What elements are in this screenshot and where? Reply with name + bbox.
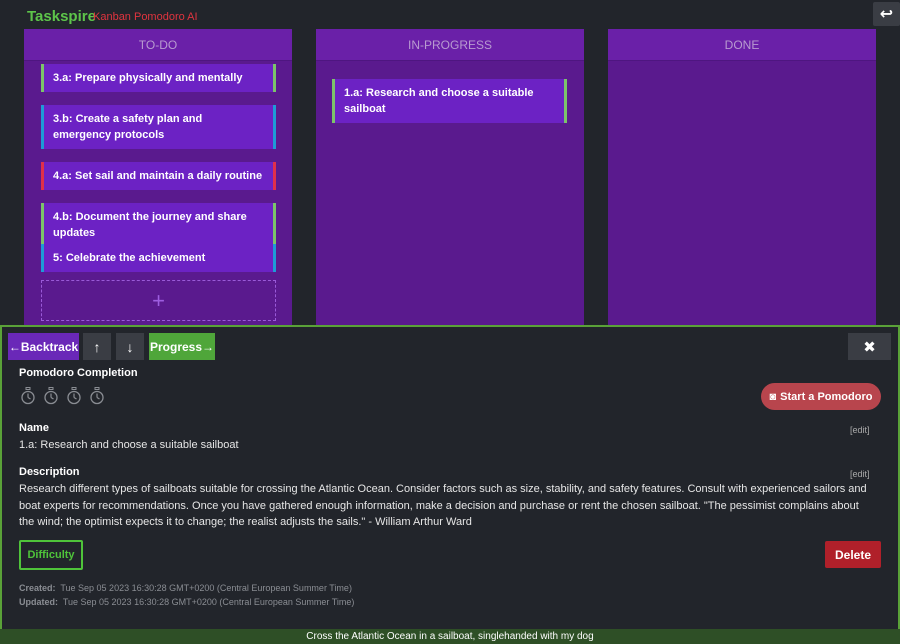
updated-value: Tue Sep 05 2023 16:30:28 GMT+0200 (Centr…	[62, 597, 355, 607]
close-icon: ✖	[863, 338, 876, 356]
start-pomodoro-label: Start a Pomodoro	[780, 390, 873, 403]
created-value: Tue Sep 05 2023 16:30:28 GMT+0200 (Centr…	[60, 583, 352, 593]
created-timestamp: Created: Tue Sep 05 2023 16:30:28 GMT+02…	[19, 583, 352, 593]
goal-footer: Cross the Atlantic Ocean in a sailboat, …	[0, 629, 900, 644]
close-button[interactable]: ✖	[848, 333, 891, 360]
start-pomodoro-button[interactable]: ◙ Start a Pomodoro	[761, 383, 881, 410]
stopwatch-icon	[90, 387, 104, 405]
description-label: Description	[19, 466, 80, 478]
task-card[interactable]: 5: Celebrate the achievement	[41, 244, 276, 272]
column-in-progress: IN-PROGRESS 1.a: Research and choose a s…	[316, 29, 584, 329]
add-task-button[interactable]: +	[41, 280, 276, 321]
stopwatch-icon	[21, 387, 35, 405]
move-up-button[interactable]: ↑	[83, 333, 111, 360]
column-title-done: DONE	[608, 29, 876, 61]
task-card-label: 5: Celebrate the achievement	[53, 252, 206, 264]
task-name-value: 1.a: Research and choose a suitable sail…	[19, 439, 239, 451]
task-card-selected[interactable]: 1.a: Research and choose a suitable sail…	[332, 79, 567, 123]
task-card-label: 4.b: Document the journey and share upda…	[53, 211, 247, 239]
return-button[interactable]: ↩	[873, 2, 900, 26]
pomodoro-completion-label: Pomodoro Completion	[19, 367, 138, 379]
delete-button[interactable]: Delete	[825, 541, 881, 568]
backtrack-button[interactable]: ←Backtrack	[8, 333, 79, 360]
task-card-label: 3.a: Prepare physically and mentally	[53, 72, 243, 84]
task-description-value: Research different types of sailboats su…	[19, 483, 867, 528]
updated-label: Updated:	[19, 597, 58, 607]
name-label: Name	[19, 422, 49, 434]
edit-name-link[interactable]: [edit]	[850, 425, 870, 435]
created-label: Created:	[19, 583, 56, 593]
stopwatch-icon	[67, 387, 81, 405]
app-header: Taskspire Kanban Pomodoro AI ↩	[0, 0, 900, 30]
stopwatch-icon	[44, 387, 58, 405]
task-card-label: 3.b: Create a safety plan and emergency …	[53, 113, 203, 141]
app-subtitle: Kanban Pomodoro AI	[93, 11, 198, 23]
return-icon: ↩	[879, 6, 894, 23]
task-card[interactable]: 3.b: Create a safety plan and emergency …	[41, 105, 276, 149]
task-card-label: 1.a: Research and choose a suitable sail…	[344, 87, 534, 115]
progress-button[interactable]: Progress→	[149, 333, 215, 360]
column-title-in-progress: IN-PROGRESS	[316, 29, 584, 61]
task-detail-panel: ←Backtrack ↑ ↓ Progress→ ✖ Pomodoro Comp…	[0, 325, 900, 629]
plus-icon: +	[152, 287, 165, 313]
difficulty-button[interactable]: Difficulty	[19, 540, 83, 570]
task-card-label: 4.a: Set sail and maintain a daily routi…	[53, 170, 263, 182]
move-down-button[interactable]: ↓	[116, 333, 144, 360]
task-card[interactable]: 4.b: Document the journey and share upda…	[41, 203, 276, 247]
app-title: Taskspire	[27, 8, 96, 25]
column-done: DONE	[608, 29, 876, 329]
task-card[interactable]: 4.a: Set sail and maintain a daily routi…	[41, 162, 276, 190]
task-card[interactable]: 3.a: Prepare physically and mentally	[41, 64, 276, 92]
timer-icon: ◙	[769, 390, 777, 403]
updated-timestamp: Updated: Tue Sep 05 2023 16:30:28 GMT+02…	[19, 597, 354, 607]
column-todo: TO-DO 3.a: Prepare physically and mental…	[24, 29, 292, 329]
edit-description-link[interactable]: [edit]	[850, 469, 870, 479]
column-title-todo: TO-DO	[24, 29, 292, 61]
